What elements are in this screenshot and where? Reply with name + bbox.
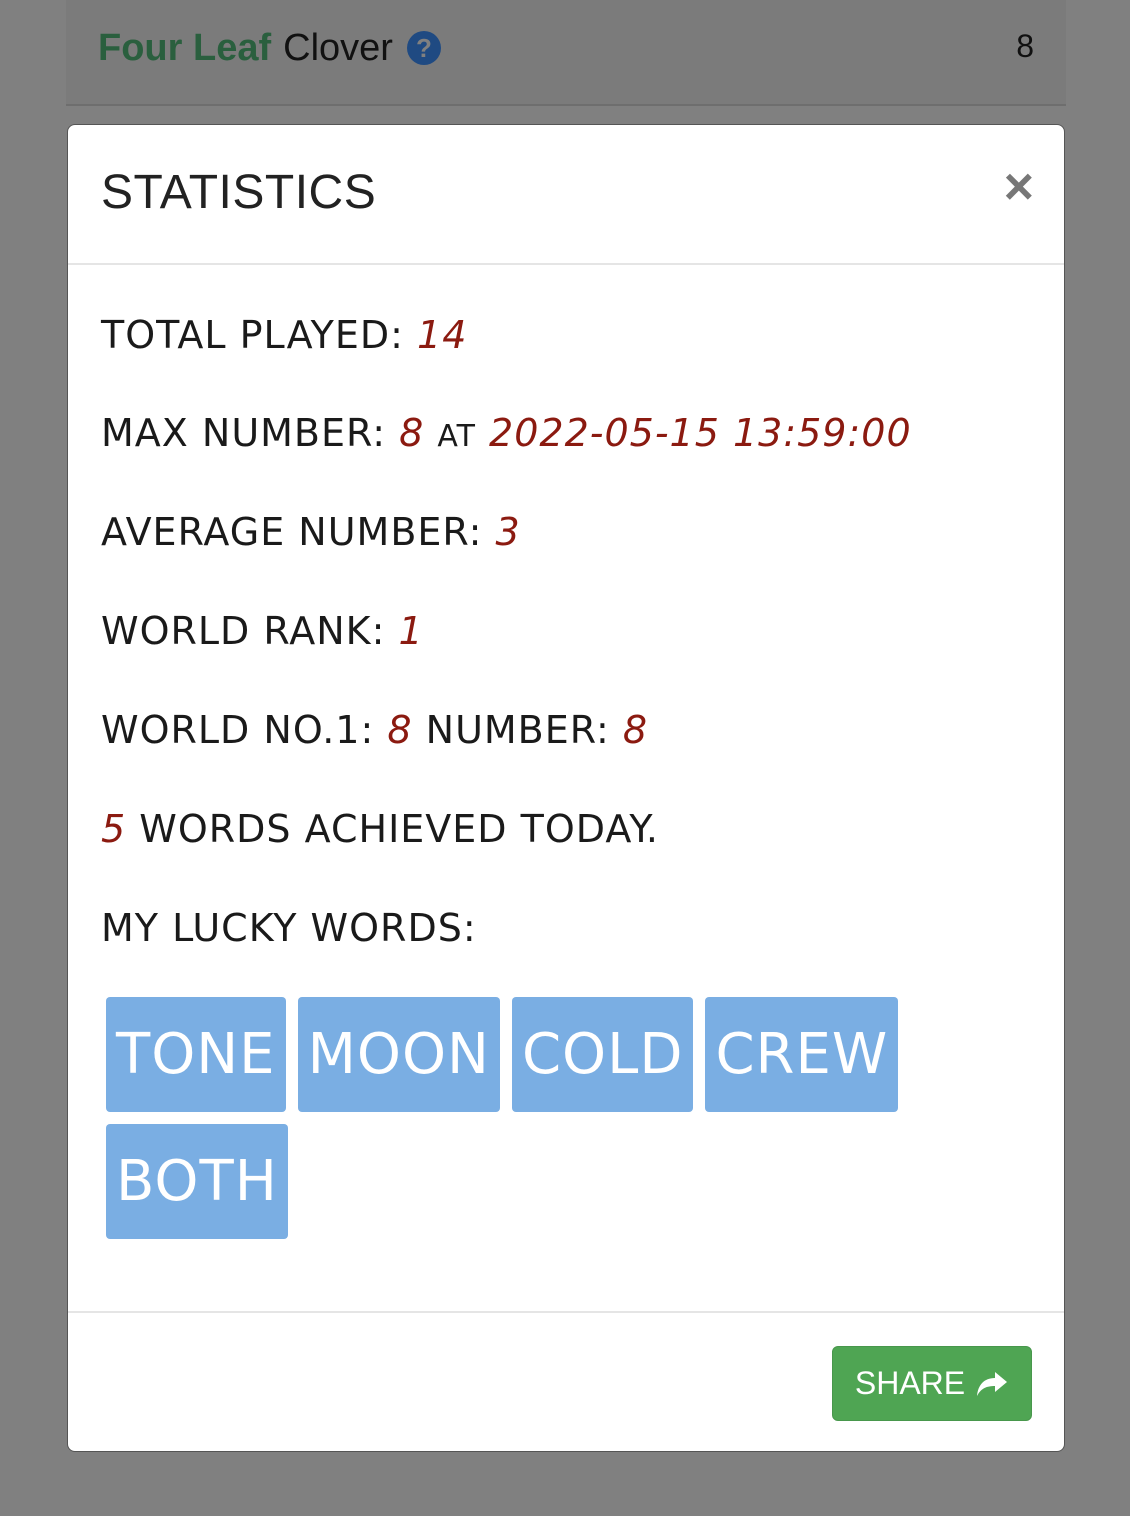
max-number-at: at: [437, 419, 476, 454]
stat-total-played: Total Played: 14: [101, 313, 467, 357]
share-label: SHARE: [854, 1365, 966, 1401]
stat-words-today: 5 Words achieved today.: [101, 807, 659, 851]
words-today-label: Words achieved today.: [139, 807, 659, 851]
world-rank-label: World Rank:: [101, 609, 386, 653]
background-header: Four Leaf Clover ? 8: [66, 0, 1066, 106]
title-clover: Clover: [283, 27, 393, 69]
total-played-label: Total Played:: [101, 313, 404, 357]
title-four-leaf: Four Leaf: [98, 27, 272, 69]
world-rank-value: 1: [398, 609, 424, 653]
world-no1-label: World No.1:: [101, 708, 375, 752]
max-number-label: Max Number:: [101, 411, 387, 455]
question-circle-icon[interactable]: ?: [406, 31, 441, 65]
world-no1-number-label: Number:: [425, 708, 610, 752]
max-number-datetime: 2022-05-15 13:59:00: [489, 411, 912, 455]
modal-footer: SHARE: [68, 1313, 1064, 1453]
statistics-modal: STATISTICS × Total Played: 14 Max Number…: [67, 124, 1065, 1452]
page-title: Four Leaf Clover ?: [98, 26, 441, 70]
stat-max-number: Max Number: 8 at 2022-05-15 13:59:00: [101, 411, 912, 455]
close-button[interactable]: ×: [1004, 161, 1034, 213]
modal-title: STATISTICS: [101, 166, 377, 219]
average-number-label: Average Number:: [101, 510, 483, 554]
world-no1-number-value: 8: [622, 708, 649, 752]
lucky-words-label: My Lucky Words:: [101, 906, 477, 950]
share-arrow-icon: [975, 1370, 1009, 1398]
world-no1-value: 8: [387, 708, 413, 752]
header-count: 8: [1016, 28, 1034, 64]
stat-world-no1: World No.1: 8 Number: 8: [101, 708, 648, 752]
lucky-word[interactable]: Moon: [297, 997, 500, 1112]
average-number-value: 3: [495, 510, 521, 554]
lucky-word[interactable]: Cold: [511, 997, 694, 1112]
lucky-word[interactable]: Tone: [106, 997, 286, 1112]
stat-world-rank: World Rank: 1: [101, 609, 424, 653]
total-played-value: 14: [417, 313, 468, 357]
share-button[interactable]: SHARE: [832, 1346, 1032, 1421]
lucky-word[interactable]: Crew: [705, 997, 899, 1112]
lucky-word[interactable]: Both: [106, 1124, 288, 1239]
lucky-words-heading: My Lucky Words:: [101, 906, 477, 950]
max-number-value: 8: [399, 411, 425, 455]
modal-body: Total Played: 14 Max Number: 8 at 2022-0…: [68, 265, 1064, 1313]
stat-average-number: Average Number: 3: [101, 510, 521, 554]
modal-header: STATISTICS ×: [68, 125, 1064, 265]
words-today-value: 5: [101, 807, 127, 851]
lucky-words-list: Tone Moon Cold Crew Both: [106, 997, 946, 1239]
